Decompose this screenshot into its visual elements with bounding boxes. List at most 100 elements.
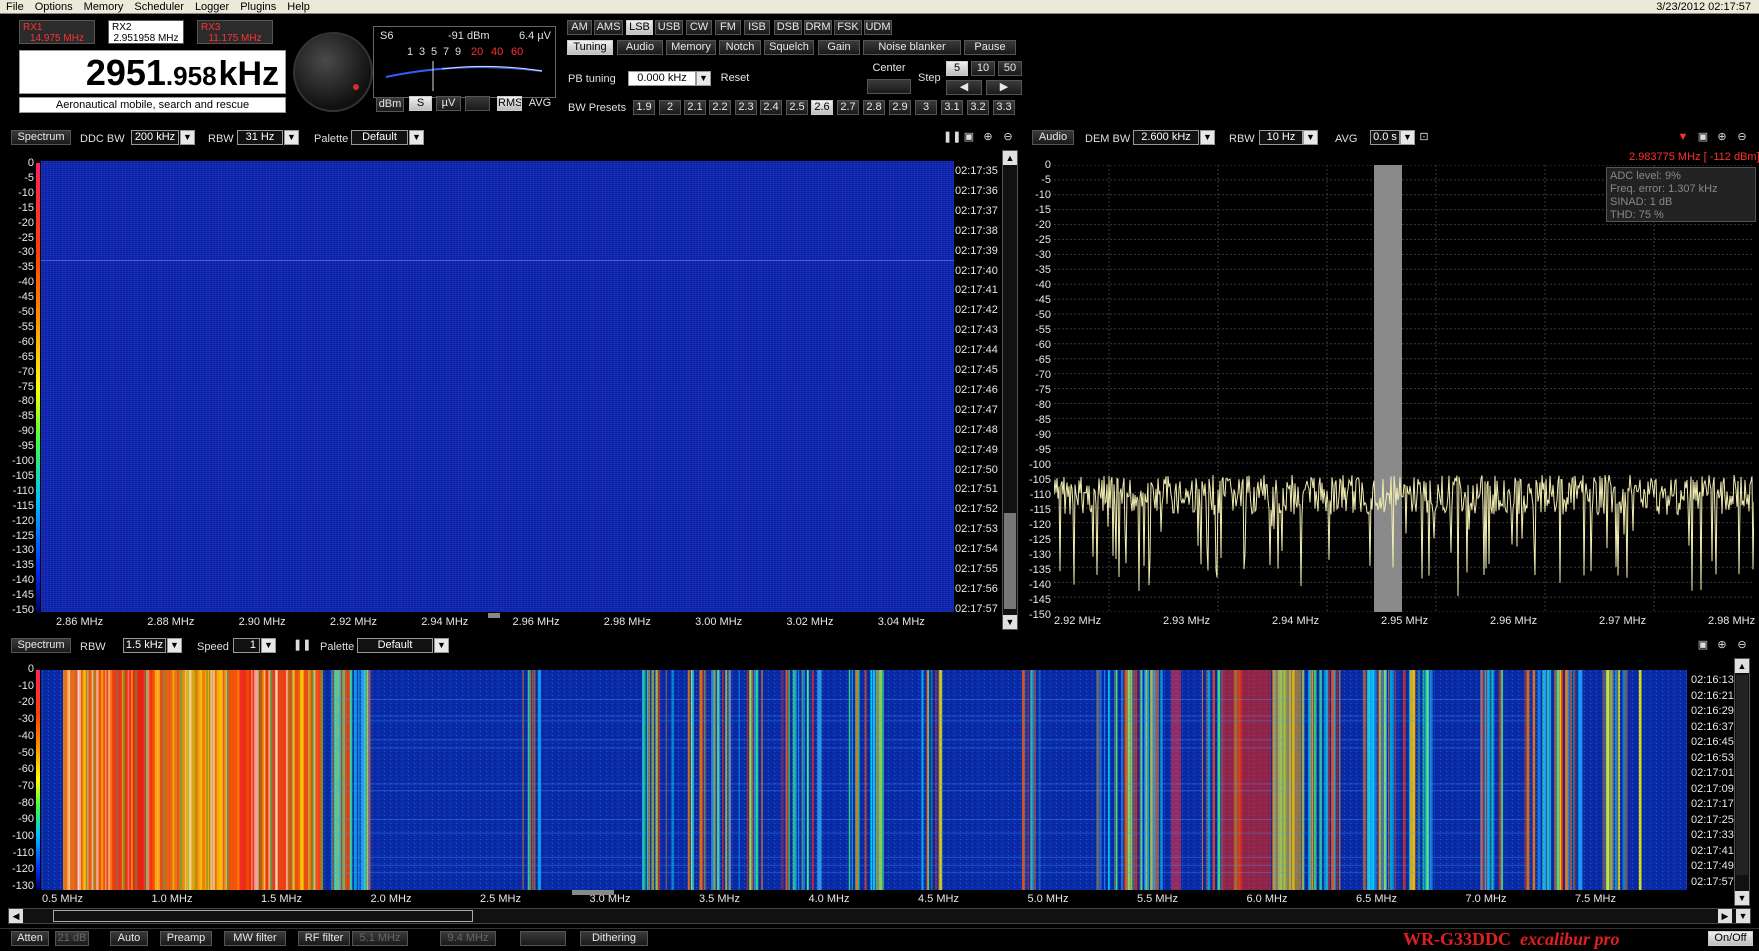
dithering-button[interactable]: Dithering — [580, 931, 648, 946]
rx1-tab[interactable]: RX1 14.975 MHz — [19, 20, 95, 44]
step-up-icon[interactable]: ▶ — [986, 80, 1022, 95]
ddc-palette-value[interactable]: Default — [351, 130, 408, 145]
tab-notch[interactable]: Notch — [719, 40, 761, 55]
center-bar[interactable] — [867, 79, 911, 94]
ddc-palette-dropdown[interactable]: ▼ — [409, 130, 424, 145]
marker-icon[interactable]: ▼ — [1676, 130, 1690, 144]
ddc-waterfall[interactable] — [41, 161, 954, 612]
mode-am[interactable]: AM — [567, 20, 592, 35]
zoom-out-icon[interactable]: ⊖ — [1001, 130, 1015, 144]
unit-s-button[interactable]: S — [409, 96, 432, 111]
save-icon[interactable]: ▣ — [962, 130, 976, 144]
wide-rbw-dropdown[interactable]: ▼ — [167, 638, 182, 653]
bw-preset-button[interactable]: 2.3 — [735, 100, 757, 115]
rf-filter-low[interactable]: 5.1 MHz — [352, 931, 408, 946]
audio-spectrum-plot[interactable] — [1054, 165, 1754, 612]
center-button[interactable]: Center — [867, 61, 911, 76]
mode-ams[interactable]: AMS — [594, 20, 623, 35]
wide-palette-value[interactable]: Default — [357, 638, 433, 653]
bw-preset-button[interactable]: 3 — [915, 100, 937, 115]
wide-save-icon[interactable]: ▣ — [1696, 638, 1710, 652]
dem-bw-dropdown[interactable]: ▼ — [1200, 130, 1215, 145]
wide-scroll-up-icon[interactable]: ▲ — [1735, 659, 1749, 673]
wide-rbw-value[interactable]: 1.5 kHz — [123, 638, 166, 653]
avg-button[interactable]: AVG — [526, 96, 554, 111]
hscroll-thumb[interactable] — [53, 910, 473, 922]
ddc-spectrum-button[interactable]: Spectrum — [11, 130, 71, 145]
bw-preset-button[interactable]: 3.2 — [967, 100, 989, 115]
auto-button[interactable]: Auto — [110, 931, 148, 946]
audio-zoom-in-icon[interactable]: ⊕ — [1715, 130, 1729, 144]
pb-tuning-dropdown[interactable]: ▼ — [696, 71, 711, 86]
mode-udm[interactable]: UDM — [864, 20, 892, 35]
atten-value[interactable]: 21 dB — [55, 931, 89, 946]
tab-pause[interactable]: Pause — [964, 40, 1016, 55]
rms-button[interactable]: RMS — [497, 96, 522, 111]
ddc-bw-dropdown[interactable]: ▼ — [180, 130, 195, 145]
pause-icon[interactable]: ❚❚ — [943, 130, 961, 144]
tab-noise-blanker[interactable]: Noise blanker — [863, 40, 961, 55]
pb-tuning-value[interactable]: 0.000 kHz — [628, 71, 696, 86]
tab-memory[interactable]: Memory — [666, 40, 716, 55]
frequency-display[interactable]: 2951.958kHz — [19, 50, 286, 94]
step-down-icon[interactable]: ◀ — [946, 80, 982, 95]
ddc-center-marker[interactable] — [488, 613, 500, 618]
ddc-bw-value[interactable]: 200 kHz — [131, 130, 179, 145]
mode-usb[interactable]: USB — [655, 20, 683, 35]
hscroll-left-icon[interactable]: ◀ — [9, 909, 23, 923]
bw-preset-button[interactable]: 3.3 — [993, 100, 1015, 115]
bw-preset-button[interactable]: 2.7 — [837, 100, 859, 115]
bw-preset-button[interactable]: 2.2 — [709, 100, 731, 115]
wide-scroll-down-icon[interactable]: ▼ — [1735, 891, 1749, 905]
wide-palette-dropdown[interactable]: ▼ — [434, 638, 449, 653]
bw-preset-button[interactable]: 3.1 — [941, 100, 963, 115]
rf-filter-high[interactable]: 9.4 MHz — [440, 931, 496, 946]
bw-preset-button[interactable]: 2.1 — [684, 100, 706, 115]
bw-preset-button[interactable]: 1.9 — [633, 100, 655, 115]
mode-fm[interactable]: FM — [715, 20, 741, 35]
atten-button[interactable]: Atten — [11, 931, 49, 946]
bw-preset-button[interactable]: 2.4 — [760, 100, 782, 115]
avg-dropdown[interactable]: ▼ — [1400, 130, 1415, 145]
hscroll-right-icon[interactable]: ▶ — [1718, 909, 1732, 923]
wide-pause-icon[interactable]: ❚❚ — [293, 638, 311, 652]
ddc-rbw-value[interactable]: 31 Hz — [237, 130, 283, 145]
bw-preset-button[interactable]: 2.9 — [889, 100, 911, 115]
tab-audio[interactable]: Audio — [617, 40, 663, 55]
menu-logger[interactable]: Logger — [189, 0, 234, 14]
menu-memory[interactable]: Memory — [78, 0, 129, 14]
hscroll-down-icon[interactable]: ▼ — [1736, 909, 1750, 923]
audio-rbw-value[interactable]: 10 Hz — [1259, 130, 1303, 145]
mode-cw[interactable]: CW — [686, 20, 712, 35]
ddc-rbw-dropdown[interactable]: ▼ — [284, 130, 299, 145]
unit-uv-button[interactable]: µV — [436, 96, 461, 111]
lock-icon[interactable]: ⊡ — [1417, 130, 1431, 144]
bw-preset-button[interactable]: 2.5 — [786, 100, 808, 115]
wide-ddc-marker[interactable] — [572, 890, 614, 895]
avg-value[interactable]: 0.0 s — [1370, 130, 1400, 145]
mode-drm[interactable]: DRM — [804, 20, 832, 35]
zoom-in-icon[interactable]: ⊕ — [981, 130, 995, 144]
scroll-down-icon[interactable]: ▼ — [1003, 615, 1017, 629]
scroll-up-icon[interactable]: ▲ — [1003, 151, 1017, 165]
menu-plugins[interactable]: Plugins — [234, 0, 281, 14]
mw-filter-button[interactable]: MW filter — [224, 931, 286, 946]
audio-zoom-out-icon[interactable]: ⊖ — [1735, 130, 1749, 144]
mode-lsb[interactable]: LSB — [626, 20, 653, 35]
wide-spectrum-button[interactable]: Spectrum — [11, 638, 71, 653]
audio-rbw-dropdown[interactable]: ▼ — [1303, 130, 1318, 145]
tuning-knob[interactable] — [293, 32, 373, 112]
unit-blank-button[interactable] — [465, 96, 490, 111]
menu-help[interactable]: Help — [281, 0, 315, 14]
bw-preset-button[interactable]: 2.8 — [863, 100, 885, 115]
mode-dsb[interactable]: DSB — [774, 20, 802, 35]
wide-waterfall[interactable] — [41, 670, 1687, 890]
tab-tuning[interactable]: Tuning — [567, 40, 613, 55]
rf-filter-button[interactable]: RF filter — [298, 931, 350, 946]
tab-squelch[interactable]: Squelch — [764, 40, 814, 55]
wide-hscrollbar[interactable]: ◀ ▶ ▼ — [8, 908, 1751, 924]
tab-gain[interactable]: Gain — [818, 40, 860, 55]
wide-zoom-in-icon[interactable]: ⊕ — [1715, 638, 1729, 652]
mode-isb[interactable]: ISB — [744, 20, 770, 35]
mode-fsk[interactable]: FSK — [834, 20, 862, 35]
